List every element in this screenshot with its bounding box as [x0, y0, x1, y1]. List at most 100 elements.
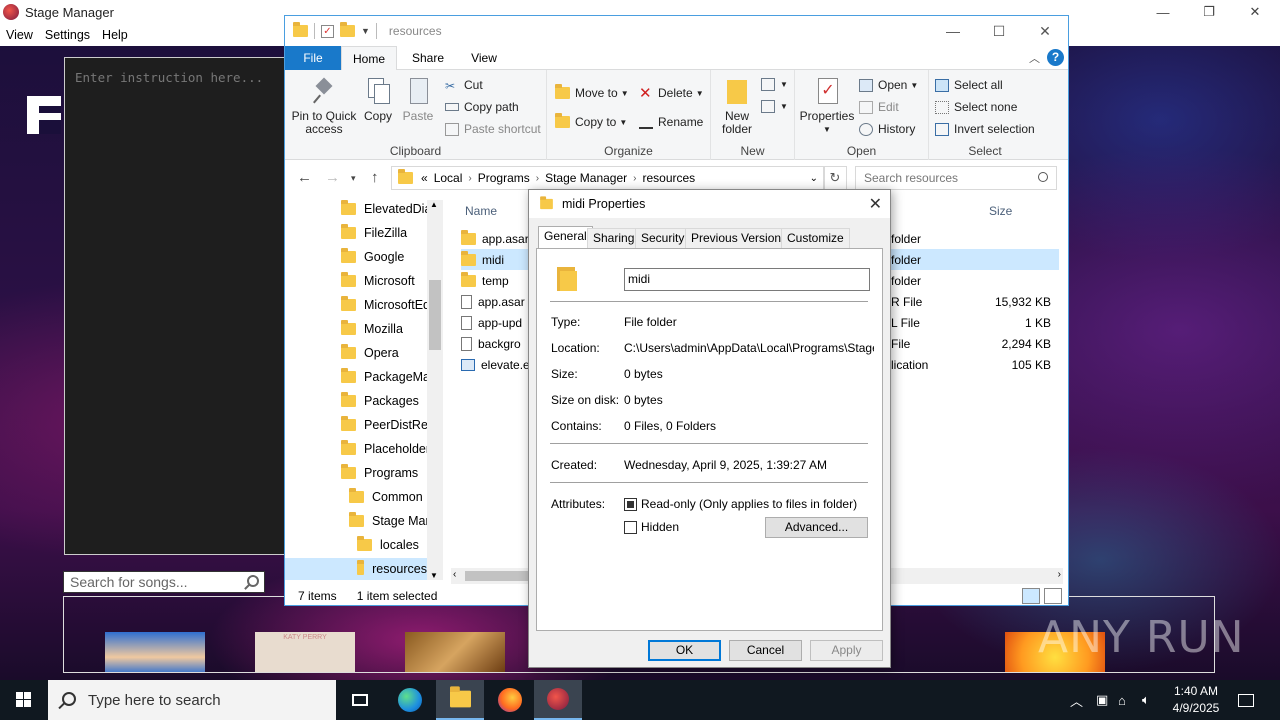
- menu-view[interactable]: View: [6, 28, 33, 42]
- recent-locations-icon[interactable]: ▾: [351, 173, 356, 184]
- cancel-button[interactable]: Cancel: [729, 640, 802, 661]
- invert-selection-button[interactable]: Invert selection: [935, 122, 1035, 136]
- nav-item[interactable]: MicrosoftEd: [341, 294, 430, 316]
- show-hidden-icons[interactable]: ︿: [1070, 680, 1083, 720]
- explorer-search-input[interactable]: Search resources: [855, 166, 1057, 190]
- file-explorer-taskbar-icon[interactable]: [436, 680, 484, 720]
- tab-sharing[interactable]: Sharing: [587, 228, 641, 248]
- open-button[interactable]: Open ▼: [859, 78, 918, 92]
- instruction-input[interactable]: Enter instruction here...: [64, 57, 286, 555]
- album-cover[interactable]: KATY PERRY: [255, 632, 355, 672]
- nav-item[interactable]: Placeholder: [341, 438, 430, 460]
- album-cover[interactable]: [405, 632, 505, 672]
- minimize-icon[interactable]: —: [930, 16, 976, 46]
- cut-button[interactable]: ✂ Cut: [445, 78, 483, 93]
- new-folder-button[interactable]: New folder: [715, 76, 759, 136]
- volume-icon[interactable]: 🔈︎: [1142, 680, 1150, 720]
- nav-item-selected[interactable]: resources: [285, 558, 427, 580]
- nav-item[interactable]: Packages: [341, 390, 419, 412]
- column-size[interactable]: Size: [989, 204, 1012, 218]
- qa-dropdown-icon[interactable]: ▼: [361, 26, 370, 36]
- properties-button[interactable]: ✓ Properties ▼: [799, 76, 855, 136]
- nav-item[interactable]: Common: [349, 486, 423, 508]
- notifications-icon[interactable]: [1238, 680, 1254, 720]
- nav-item[interactable]: Opera: [341, 342, 399, 364]
- nav-item[interactable]: Google: [341, 246, 404, 268]
- taskbar-search[interactable]: Type here to search: [48, 680, 336, 720]
- breadcrumb-resources[interactable]: resources: [642, 171, 695, 185]
- move-to-button[interactable]: Move to ▼: [555, 84, 629, 100]
- nav-item[interactable]: Stage Man: [349, 510, 432, 532]
- new-folder-qa-icon[interactable]: [340, 22, 355, 37]
- clock[interactable]: 1:40 AM 4/9/2025: [1164, 683, 1228, 717]
- paste-shortcut-button[interactable]: Paste shortcut: [445, 122, 541, 136]
- device-icon[interactable]: ▣: [1096, 680, 1108, 720]
- tab-home[interactable]: Home: [341, 46, 397, 71]
- history-button[interactable]: History: [859, 122, 915, 136]
- properties-qa-icon[interactable]: ✓: [321, 24, 334, 38]
- nav-scrollbar[interactable]: ▲ ▼: [427, 200, 443, 580]
- firefox-icon[interactable]: [486, 680, 534, 720]
- scrollbar-thumb[interactable]: [429, 280, 441, 350]
- start-button[interactable]: [0, 680, 48, 720]
- tab-customize[interactable]: Customize: [781, 228, 850, 248]
- nav-item[interactable]: ElevatedDiag: [341, 198, 438, 220]
- nav-item[interactable]: PackageMar: [341, 366, 434, 388]
- nav-item[interactable]: Programs: [341, 462, 418, 484]
- menu-settings[interactable]: Settings: [45, 28, 90, 42]
- tab-previous-versions[interactable]: Previous Versions: [685, 228, 794, 248]
- nav-item[interactable]: PeerDistRep: [341, 414, 435, 436]
- tab-file[interactable]: File: [285, 46, 341, 70]
- tab-share[interactable]: Share: [405, 46, 451, 70]
- collapse-ribbon-icon[interactable]: ︿: [1029, 50, 1040, 66]
- pin-quick-access-button[interactable]: Pin to Quick access: [289, 76, 359, 136]
- select-none-button[interactable]: Select none: [935, 100, 1017, 114]
- close-icon[interactable]: ✕: [1232, 0, 1278, 24]
- ok-button[interactable]: OK: [648, 640, 721, 661]
- address-bar[interactable]: « Local › Programs › Stage Manager › resour…: [391, 166, 825, 190]
- tab-view[interactable]: View: [461, 46, 507, 70]
- easy-access-button[interactable]: ▼: [761, 100, 788, 113]
- rename-button[interactable]: Rename: [639, 115, 703, 129]
- back-arrow-icon[interactable]: ←: [297, 169, 312, 186]
- breadcrumb-stage-manager[interactable]: Stage Manager: [545, 171, 627, 185]
- copy-to-button[interactable]: Copy to ▼: [555, 113, 627, 129]
- folder-name-field[interactable]: midi: [624, 268, 870, 291]
- nav-item[interactable]: Mozilla: [341, 318, 403, 340]
- readonly-checkbox[interactable]: Read-only (Only applies to files in fold…: [624, 497, 857, 511]
- breadcrumb-local[interactable]: Local: [434, 171, 463, 185]
- close-icon[interactable]: ✕: [869, 194, 882, 214]
- nav-item[interactable]: FileZilla: [341, 222, 407, 244]
- chevron-down-icon[interactable]: ⌄: [810, 173, 818, 184]
- delete-button[interactable]: ✕ Delete ▼: [639, 86, 704, 101]
- copy-path-button[interactable]: Copy path: [445, 100, 519, 114]
- menu-help[interactable]: Help: [102, 28, 128, 42]
- edit-button[interactable]: Edit: [859, 100, 899, 114]
- maximize-icon[interactable]: ☐: [976, 16, 1022, 46]
- tab-security[interactable]: Security: [635, 228, 691, 248]
- forward-arrow-icon[interactable]: →: [325, 169, 340, 186]
- refresh-icon[interactable]: ↻: [823, 166, 847, 190]
- column-name[interactable]: Name: [465, 204, 497, 218]
- apply-button[interactable]: Apply: [810, 640, 883, 661]
- close-icon[interactable]: ✕: [1022, 16, 1068, 46]
- new-item-button[interactable]: ▼: [761, 78, 788, 91]
- edge-icon[interactable]: [386, 680, 434, 720]
- tab-general[interactable]: General: [538, 226, 593, 249]
- restore-icon[interactable]: ❐: [1186, 0, 1232, 24]
- help-icon[interactable]: ?: [1047, 49, 1064, 66]
- nav-item[interactable]: locales: [357, 534, 419, 556]
- song-search-input[interactable]: Search for songs...: [63, 571, 265, 593]
- network-icon[interactable]: ⌂: [1118, 680, 1126, 720]
- stage-manager-taskbar-icon[interactable]: [534, 680, 582, 720]
- paste-button[interactable]: Paste: [401, 76, 435, 123]
- breadcrumb-programs[interactable]: Programs: [478, 171, 530, 185]
- copy-button[interactable]: Copy: [361, 76, 395, 123]
- large-icons-view-icon[interactable]: [1044, 588, 1062, 604]
- task-view-icon[interactable]: [336, 680, 384, 720]
- album-cover[interactable]: [105, 632, 205, 672]
- up-arrow-icon[interactable]: ↑: [371, 169, 379, 186]
- scrollbar-thumb[interactable]: [465, 571, 537, 581]
- advanced-button[interactable]: Advanced...: [765, 517, 868, 538]
- select-all-button[interactable]: Select all: [935, 78, 1003, 92]
